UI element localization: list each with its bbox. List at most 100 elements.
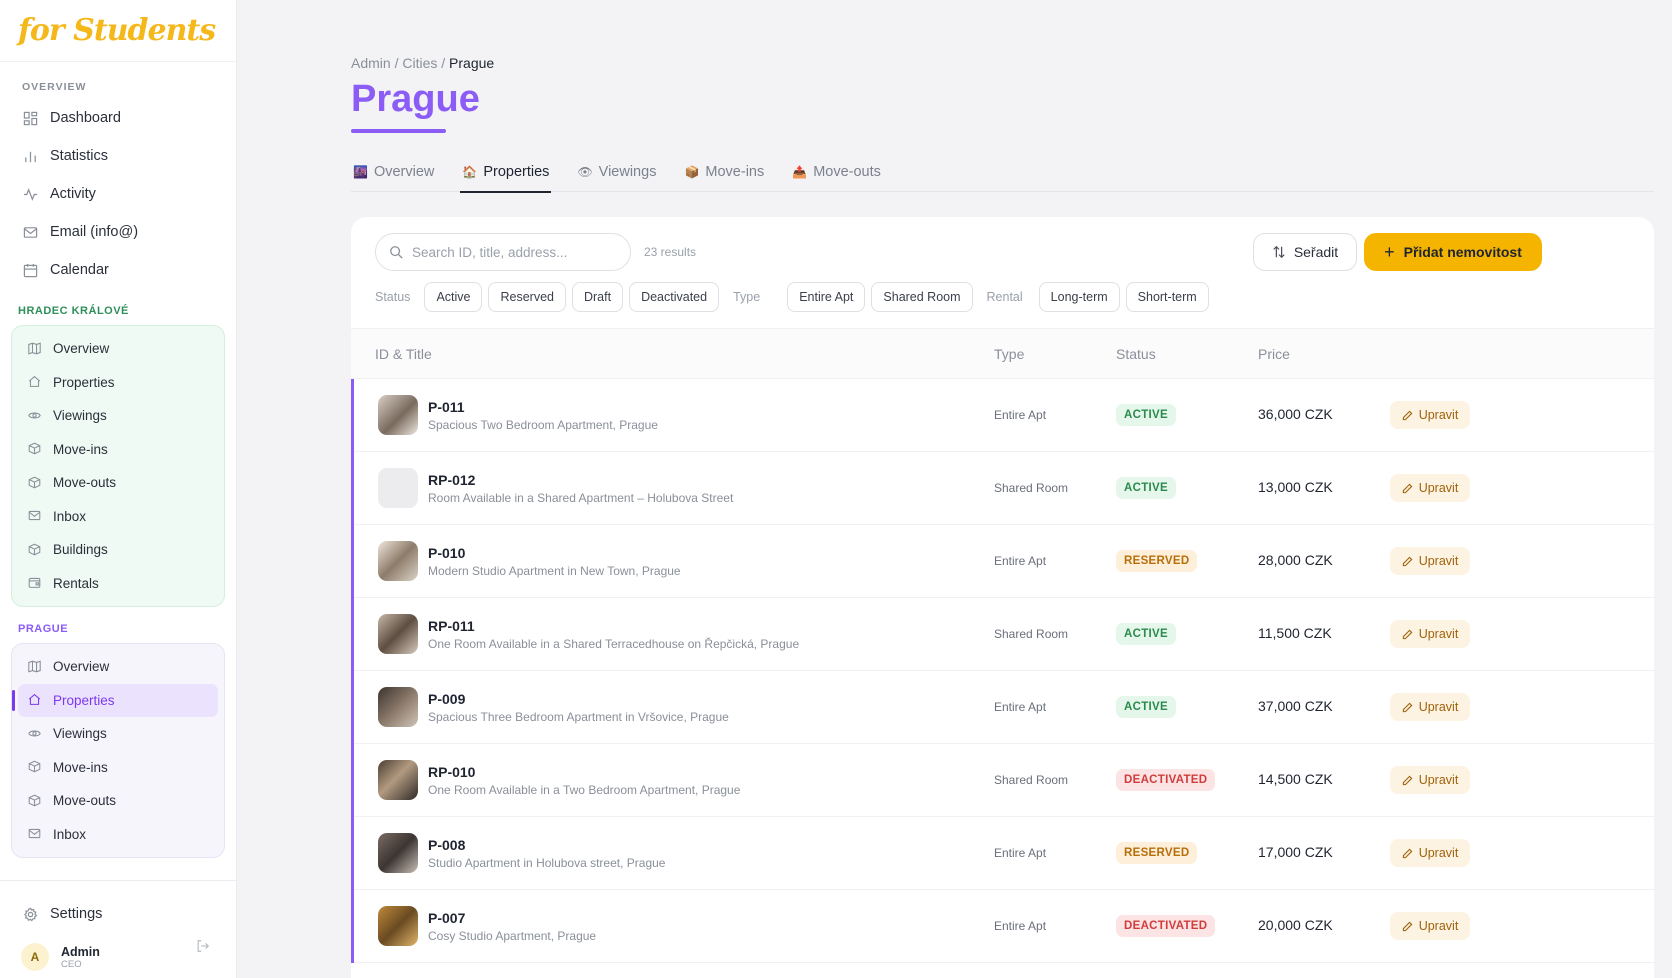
search-input[interactable] <box>412 244 612 260</box>
filter-chip-long-term[interactable]: Long-term <box>1038 282 1120 312</box>
bar-chart-icon <box>22 148 38 164</box>
status-badge: DEACTIVATED <box>1116 769 1216 791</box>
edit-button[interactable]: Upravit <box>1390 401 1470 429</box>
properties-card: 23 results Seřadit + Přidat nemovitost S… <box>351 217 1654 978</box>
hradec-item-viewings[interactable]: Viewings <box>18 399 218 433</box>
hradec-item-buildings[interactable]: Buildings <box>18 533 218 567</box>
tab-overview[interactable]: 🌆 Overview <box>351 152 436 192</box>
status-badge: DEACTIVATED <box>1116 915 1216 937</box>
table-row[interactable]: P-007 Cosy Studio Apartment, Prague Enti… <box>354 890 1654 963</box>
breadcrumb-cities[interactable]: Cities / <box>402 55 445 71</box>
city-label-hradec: HRADEC KRÁLOVÉ <box>18 305 129 317</box>
prague-item-viewings[interactable]: Viewings <box>18 717 218 751</box>
property-type: Shared Room <box>994 481 1069 495</box>
column-header-price[interactable]: Price <box>1258 346 1290 362</box>
filter-chip-draft[interactable]: Draft <box>571 282 624 312</box>
breadcrumb-admin[interactable]: Admin / <box>351 55 398 71</box>
status-badge: ACTIVE <box>1116 696 1176 718</box>
results-count: 23 results <box>644 245 697 259</box>
property-thumbnail <box>378 395 418 435</box>
prague-item-overview[interactable]: Overview <box>18 650 218 684</box>
sub-item-label: Inbox <box>53 508 87 524</box>
home-icon <box>28 375 42 389</box>
edit-label: Upravit <box>1418 554 1459 568</box>
table-row[interactable]: P-010 Modern Studio Apartment in New Tow… <box>354 525 1654 598</box>
status-badge: ACTIVE <box>1116 404 1176 426</box>
pencil-icon <box>1402 702 1413 713</box>
app-logo[interactable]: for Students <box>0 0 236 62</box>
prague-item-inbox[interactable]: Inbox <box>18 818 218 852</box>
edit-button[interactable]: Upravit <box>1390 547 1470 575</box>
edit-button[interactable]: Upravit <box>1390 912 1470 940</box>
edit-button[interactable]: Upravit <box>1390 620 1470 648</box>
box-icon <box>28 476 42 490</box>
property-type: Entire Apt <box>994 700 1047 714</box>
city-nav-hradec: Overview Properties Viewings Move-ins Mo… <box>11 325 225 607</box>
table-row[interactable]: RP-011 One Room Available in a Shared Te… <box>354 598 1654 671</box>
sub-item-label: Move-outs <box>53 793 117 809</box>
property-price: 11,500 CZK <box>1258 625 1332 641</box>
house-icon: 🏠 <box>462 165 478 179</box>
city-tabs: 🌆 Overview 🏠 Properties 👁 Viewings 📦 Move-in… <box>351 152 1654 193</box>
table-row[interactable]: P-008 Studio Apartment in Holubova stree… <box>354 817 1654 890</box>
filter-chip-reserved[interactable]: Reserved <box>488 282 566 312</box>
hradec-item-overview[interactable]: Overview <box>18 332 218 366</box>
edit-button[interactable]: Upravit <box>1390 693 1470 721</box>
sidebar-item-calendar[interactable]: Calendar <box>0 251 236 289</box>
edit-label: Upravit <box>1418 627 1459 641</box>
sidebar-item-email[interactable]: Email (info@) <box>0 213 236 251</box>
sidebar-item-settings[interactable]: Settings <box>0 895 236 933</box>
column-header-id-title[interactable]: ID & Title <box>375 346 432 362</box>
filter-chip-shared-room[interactable]: Shared Room <box>871 282 973 312</box>
sub-item-label: Viewings <box>53 408 107 424</box>
edit-button[interactable]: Upravit <box>1390 839 1470 867</box>
tab-viewings[interactable]: 👁 Viewings <box>575 152 658 192</box>
sidebar-item-statistics[interactable]: Statistics <box>0 137 236 175</box>
hradec-item-inbox[interactable]: Inbox <box>18 500 218 534</box>
edit-button[interactable]: Upravit <box>1390 766 1470 794</box>
column-header-status[interactable]: Status <box>1116 346 1156 362</box>
tab-move-outs[interactable]: 📤 Move-outs <box>790 152 883 192</box>
tab-move-ins[interactable]: 📦 Move-ins <box>682 152 766 192</box>
prague-item-move-ins[interactable]: Move-ins <box>18 751 218 785</box>
edit-button[interactable]: Upravit <box>1390 474 1470 502</box>
page-title: Prague <box>351 78 480 120</box>
column-header-type[interactable]: Type <box>994 346 1024 362</box>
property-title: One Room Available in a Two Bedroom Apar… <box>428 783 741 797</box>
property-id: RP-010 <box>428 764 476 780</box>
filter-chip-active[interactable]: Active <box>424 282 483 312</box>
pencil-icon <box>1402 556 1413 567</box>
sidebar-item-label: Activity <box>50 186 96 202</box>
logout-icon[interactable] <box>196 939 210 958</box>
hradec-item-properties[interactable]: Properties <box>18 366 218 400</box>
table-row[interactable]: P-011 Spacious Two Bedroom Apartment, Pr… <box>354 379 1654 452</box>
filter-label-status: Status <box>375 290 411 304</box>
table-row[interactable]: P-009 Spacious Three Bedroom Apartment i… <box>354 671 1654 744</box>
search-box[interactable] <box>375 233 631 271</box>
overview-section-label: OVERVIEW <box>22 81 87 93</box>
wallet-icon <box>28 576 42 590</box>
edit-label: Upravit <box>1418 773 1459 787</box>
filter-chip-short-term[interactable]: Short-term <box>1125 282 1209 312</box>
sidebar-item-dashboard[interactable]: Dashboard <box>0 99 236 137</box>
prague-item-properties[interactable]: Properties <box>12 683 218 717</box>
tab-properties[interactable]: 🏠 Properties <box>460 152 552 193</box>
eye-icon <box>28 727 42 741</box>
title-underline <box>351 129 446 133</box>
prague-item-move-outs[interactable]: Move-outs <box>18 784 218 818</box>
property-price: 36,000 CZK <box>1258 406 1333 422</box>
hradec-item-move-ins[interactable]: Move-ins <box>18 433 218 467</box>
hradec-item-rentals[interactable]: Rentals <box>18 567 218 601</box>
filter-chip-entire-apt[interactable]: Entire Apt <box>787 282 866 312</box>
sidebar-footer: Settings A Admin CEO <box>0 880 236 978</box>
sidebar-item-activity[interactable]: Activity <box>0 175 236 213</box>
sub-item-label: Buildings <box>53 542 108 558</box>
add-property-button[interactable]: + Přidat nemovitost <box>1364 233 1542 271</box>
map-icon <box>28 342 42 356</box>
status-badge: RESERVED <box>1116 550 1198 572</box>
table-row[interactable]: RP-012 Room Available in a Shared Apartm… <box>354 452 1654 525</box>
sort-button[interactable]: Seřadit <box>1253 233 1357 271</box>
filter-chip-deactivated[interactable]: Deactivated <box>629 282 720 312</box>
table-row[interactable]: RP-010 One Room Available in a Two Bedro… <box>354 744 1654 817</box>
hradec-item-move-outs[interactable]: Move-outs <box>18 466 218 500</box>
